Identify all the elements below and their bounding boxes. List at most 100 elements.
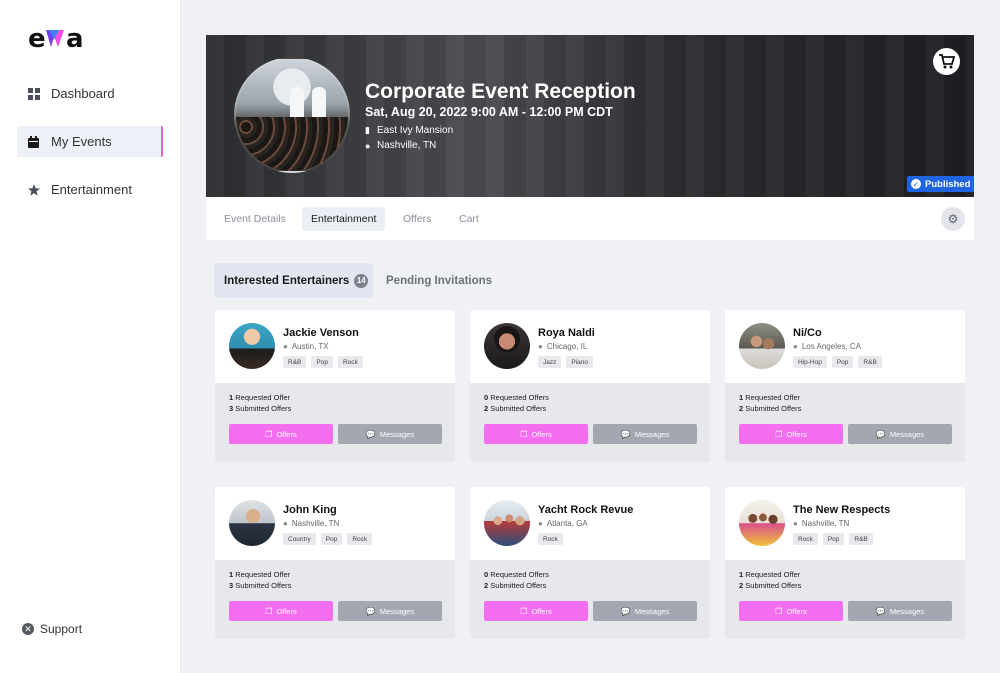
map-pin-icon: ● bbox=[793, 519, 798, 528]
entertainer-name[interactable]: Roya Naldi bbox=[538, 327, 595, 339]
event-venue-photo bbox=[234, 57, 350, 173]
offers-button[interactable]: ❐ Offers bbox=[739, 601, 843, 621]
requested-label: Requested Offer bbox=[745, 393, 801, 402]
genre-tag: Jazz bbox=[538, 356, 562, 368]
offers-button[interactable]: ❐ Offers bbox=[229, 601, 333, 621]
card-header: Ni/Co ● Los Angeles, CA Hip-Hop Pop R&B bbox=[725, 310, 965, 383]
offers-button-label: Offers bbox=[786, 606, 807, 616]
genre-list: Country Pop Rock bbox=[283, 533, 373, 545]
genre-tag: Pop bbox=[831, 356, 854, 368]
messages-button[interactable]: 💬 Messages bbox=[338, 601, 442, 621]
entertainer-card[interactable]: John King ● Nashville, TN Country Pop Rock… bbox=[215, 487, 455, 638]
calendar-icon bbox=[27, 135, 40, 148]
logo-mark: e a bbox=[28, 26, 84, 50]
avatar[interactable] bbox=[484, 500, 530, 546]
entertainer-name[interactable]: The New Respects bbox=[793, 504, 890, 516]
requested-offers-stat: 1 Requested Offer bbox=[739, 570, 800, 579]
chat-bubbles-icon: 💬 bbox=[365, 429, 376, 439]
entertainer-card[interactable]: Roya Naldi ● Chicago, IL Jazz Piano 0 Req… bbox=[470, 310, 710, 461]
venue-label: East Ivy Mansion bbox=[377, 125, 454, 136]
location-label: Austin, TX bbox=[291, 342, 329, 351]
settings-button[interactable]: ⚙ bbox=[941, 207, 965, 231]
eva-logo[interactable]: e a bbox=[28, 24, 94, 52]
avatar[interactable] bbox=[229, 323, 275, 369]
submitted-offers-stat: 2 Submitted Offers bbox=[484, 581, 546, 590]
entertainer-name[interactable]: Ni/Co bbox=[793, 327, 822, 339]
entertainer-name[interactable]: Yacht Rock Revue bbox=[538, 504, 633, 516]
entertainer-card[interactable]: Ni/Co ● Los Angeles, CA Hip-Hop Pop R&B 1 … bbox=[725, 310, 965, 461]
genre-tag: R&B bbox=[858, 356, 882, 368]
requested-count: 1 bbox=[739, 393, 744, 402]
cart-button[interactable] bbox=[933, 48, 960, 75]
event-city: ● Nashville, TN bbox=[365, 140, 436, 151]
lifebuoy-icon: ✕ bbox=[22, 623, 34, 635]
support-link[interactable]: ✕ Support bbox=[22, 622, 82, 636]
entertainer-location: ● Austin, TX bbox=[283, 342, 329, 351]
sidebar-item-entertainment[interactable]: Entertainment bbox=[17, 174, 163, 205]
chat-bubbles-icon: 💬 bbox=[620, 429, 631, 439]
messages-button-label: Messages bbox=[379, 429, 415, 439]
genre-tag: R&B bbox=[283, 356, 307, 368]
submitted-offers-stat: 3 Submitted Offers bbox=[229, 581, 291, 590]
entertainer-name[interactable]: Jackie Venson bbox=[283, 327, 359, 339]
offers-button[interactable]: ❐ Offers bbox=[739, 424, 843, 444]
genre-tag: Pop bbox=[320, 533, 343, 545]
offers-button-label: Offers bbox=[276, 429, 297, 439]
card-header: John King ● Nashville, TN Country Pop Rock bbox=[215, 487, 455, 560]
offers-button[interactable]: ❐ Offers bbox=[484, 424, 588, 444]
messages-button[interactable]: 💬 Messages bbox=[593, 424, 697, 444]
messages-button[interactable]: 💬 Messages bbox=[338, 424, 442, 444]
card-header: Yacht Rock Revue ● Atlanta, GA Rock bbox=[470, 487, 710, 560]
avatar[interactable] bbox=[484, 323, 530, 369]
requested-count: 1 bbox=[229, 570, 234, 579]
entertainer-card[interactable]: Yacht Rock Revue ● Atlanta, GA Rock 0 Re… bbox=[470, 487, 710, 638]
tab-cart[interactable]: Cart bbox=[450, 207, 488, 231]
tab-event-details[interactable]: Event Details bbox=[215, 207, 295, 231]
tab-offers[interactable]: Offers bbox=[394, 207, 440, 231]
messages-button-label: Messages bbox=[889, 606, 925, 616]
genre-list: Rock bbox=[538, 533, 563, 545]
requested-offers-stat: 0 Requested Offers bbox=[484, 570, 549, 579]
svg-text:a: a bbox=[66, 26, 84, 50]
genre-tag: Piano bbox=[566, 356, 593, 368]
grid-icon bbox=[27, 87, 40, 100]
entertainer-card[interactable]: The New Respects ● Nashville, TN Rock Pop… bbox=[725, 487, 965, 638]
submitted-count: 3 bbox=[229, 404, 234, 413]
card-header: Jackie Venson ● Austin, TX R&B Pop Rock bbox=[215, 310, 455, 383]
genre-tag: Pop bbox=[822, 533, 845, 545]
location-label: Chicago, IL bbox=[546, 342, 588, 351]
subtab-pending-invitations[interactable]: Pending Invitations bbox=[386, 263, 492, 298]
genre-tag: Rock bbox=[538, 533, 563, 545]
avatar[interactable] bbox=[739, 323, 785, 369]
messages-button[interactable]: 💬 Messages bbox=[848, 424, 952, 444]
event-tabs: Event Details Entertainment Offers Cart … bbox=[206, 197, 974, 240]
avatar[interactable] bbox=[739, 500, 785, 546]
messages-button-label: Messages bbox=[634, 429, 670, 439]
offers-button-label: Offers bbox=[786, 429, 807, 439]
messages-button-label: Messages bbox=[379, 606, 415, 616]
requested-count: 1 bbox=[739, 570, 744, 579]
requested-label: Requested Offers bbox=[490, 570, 549, 579]
subtab-interested-entertainers[interactable]: Interested Entertainers 14 bbox=[214, 263, 373, 298]
messages-button[interactable]: 💬 Messages bbox=[593, 601, 697, 621]
check-circle-icon: ✓ bbox=[911, 179, 921, 189]
map-pin-icon: ● bbox=[283, 342, 288, 351]
sidebar-item-my-events[interactable]: My Events bbox=[17, 126, 163, 157]
messages-button-label: Messages bbox=[889, 429, 925, 439]
card-header: Roya Naldi ● Chicago, IL Jazz Piano bbox=[470, 310, 710, 383]
submitted-offers-stat: 2 Submitted Offers bbox=[739, 581, 801, 590]
avatar[interactable] bbox=[229, 500, 275, 546]
messages-button-label: Messages bbox=[634, 606, 670, 616]
offers-button[interactable]: ❐ Offers bbox=[484, 601, 588, 621]
requested-count: 0 bbox=[484, 393, 489, 402]
entertainer-name[interactable]: John King bbox=[283, 504, 337, 516]
submitted-label: Submitted Offers bbox=[235, 404, 292, 413]
svg-text:e: e bbox=[28, 26, 46, 50]
entertainer-location: ● Chicago, IL bbox=[538, 342, 587, 351]
offers-button[interactable]: ❐ Offers bbox=[229, 424, 333, 444]
city-label: Nashville, TN bbox=[377, 140, 437, 151]
tab-entertainment[interactable]: Entertainment bbox=[302, 207, 386, 231]
sidebar-item-dashboard[interactable]: Dashboard bbox=[17, 78, 163, 109]
entertainer-card[interactable]: Jackie Venson ● Austin, TX R&B Pop Rock 1 … bbox=[215, 310, 455, 461]
messages-button[interactable]: 💬 Messages bbox=[848, 601, 952, 621]
